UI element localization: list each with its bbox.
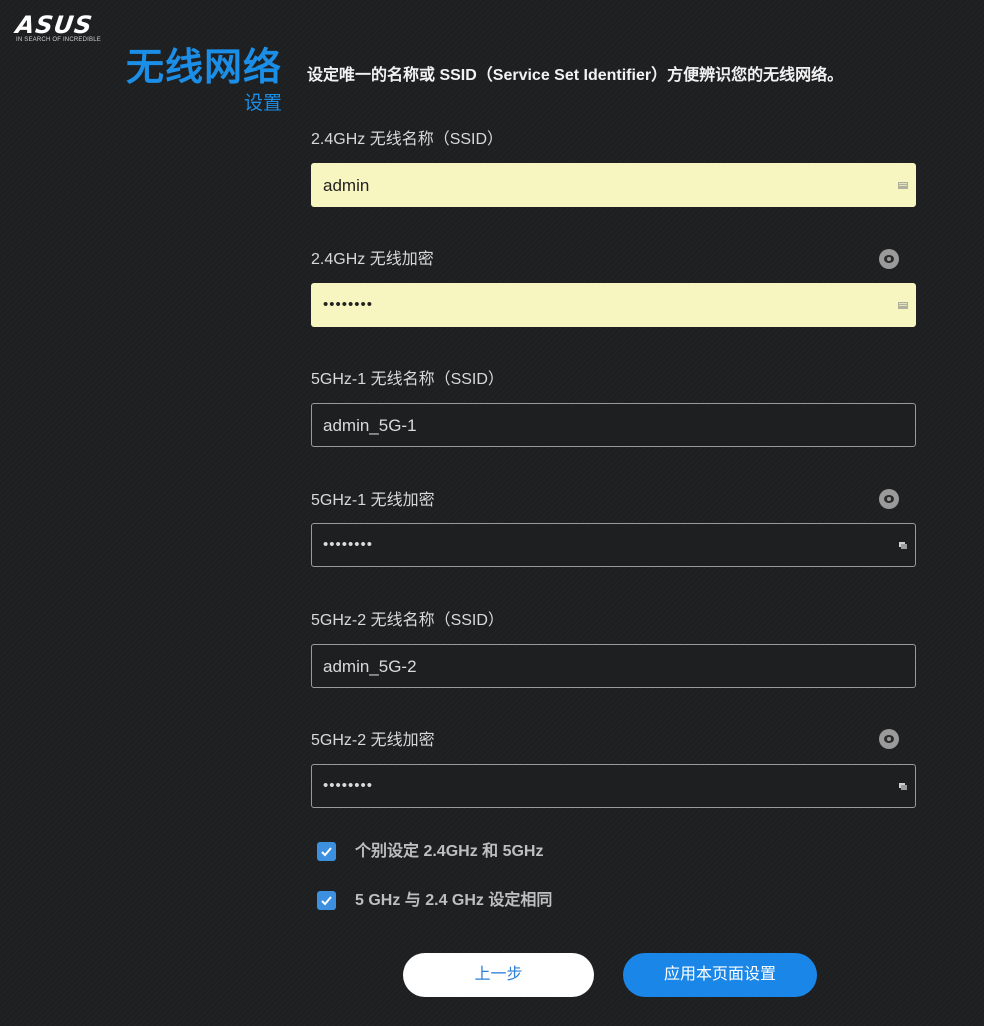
keyboard-icon	[899, 783, 907, 790]
ssid-5ghz2-label: 5GHz-2 无线名称（SSID）	[311, 612, 504, 629]
back-button[interactable]: 上一步	[403, 953, 594, 997]
password-5ghz2-label: 5GHz-2 无线加密	[311, 732, 435, 749]
ssid-24ghz-input[interactable]: admin	[311, 163, 916, 207]
asus-logo: ASUS IN SEARCH OF INCREDIBLE	[14, 11, 101, 43]
password-5ghz1-value: ••••••••	[323, 536, 374, 553]
ssid-24ghz-label: 2.4GHz 无线名称（SSID）	[311, 131, 504, 148]
keyboard-icon	[898, 182, 908, 189]
keyboard-icon	[898, 302, 908, 309]
ssid-24ghz-value: admin	[323, 176, 370, 195]
password-24ghz-value: ••••••••	[323, 296, 374, 313]
password-5ghz1-label: 5GHz-1 无线加密	[311, 492, 435, 509]
checkmark-icon	[321, 847, 332, 857]
password-5ghz1-input[interactable]: ••••••••	[311, 523, 916, 567]
eye-icon[interactable]	[879, 489, 899, 509]
checkmark-icon	[321, 896, 332, 906]
keyboard-icon	[899, 542, 907, 549]
ssid-5ghz2-value: admin_5G-2	[323, 657, 417, 676]
apply-button[interactable]: 应用本页面设置	[623, 953, 817, 997]
same-settings-checkbox[interactable]	[317, 891, 336, 910]
separate-band-checkbox[interactable]	[317, 842, 336, 861]
logo-wordmark: ASUS	[14, 11, 95, 39]
ssid-5ghz1-input[interactable]: admin_5G-1	[311, 403, 916, 447]
eye-icon[interactable]	[879, 729, 899, 749]
password-5ghz2-value: ••••••••	[323, 777, 374, 794]
eye-icon[interactable]	[879, 249, 899, 269]
page-subtitle: 设置	[243, 93, 282, 114]
password-24ghz-label: 2.4GHz 无线加密	[311, 251, 434, 268]
password-5ghz2-input[interactable]: ••••••••	[311, 764, 916, 808]
ssid-5ghz2-input[interactable]: admin_5G-2	[311, 644, 916, 688]
ssid-5ghz1-label: 5GHz-1 无线名称（SSID）	[311, 371, 504, 388]
same-settings-label: 5 GHz 与 2.4 GHz 设定相同	[355, 892, 553, 909]
separate-band-label: 个别设定 2.4GHz 和 5GHz	[355, 843, 544, 860]
page-title: 无线网络	[125, 47, 282, 89]
ssid-5ghz1-value: admin_5G-1	[323, 416, 417, 435]
page-description: 设定唯一的名称或 SSID（Service Set Identifier）方便辨…	[307, 67, 844, 84]
password-24ghz-input[interactable]: ••••••••	[311, 283, 916, 327]
